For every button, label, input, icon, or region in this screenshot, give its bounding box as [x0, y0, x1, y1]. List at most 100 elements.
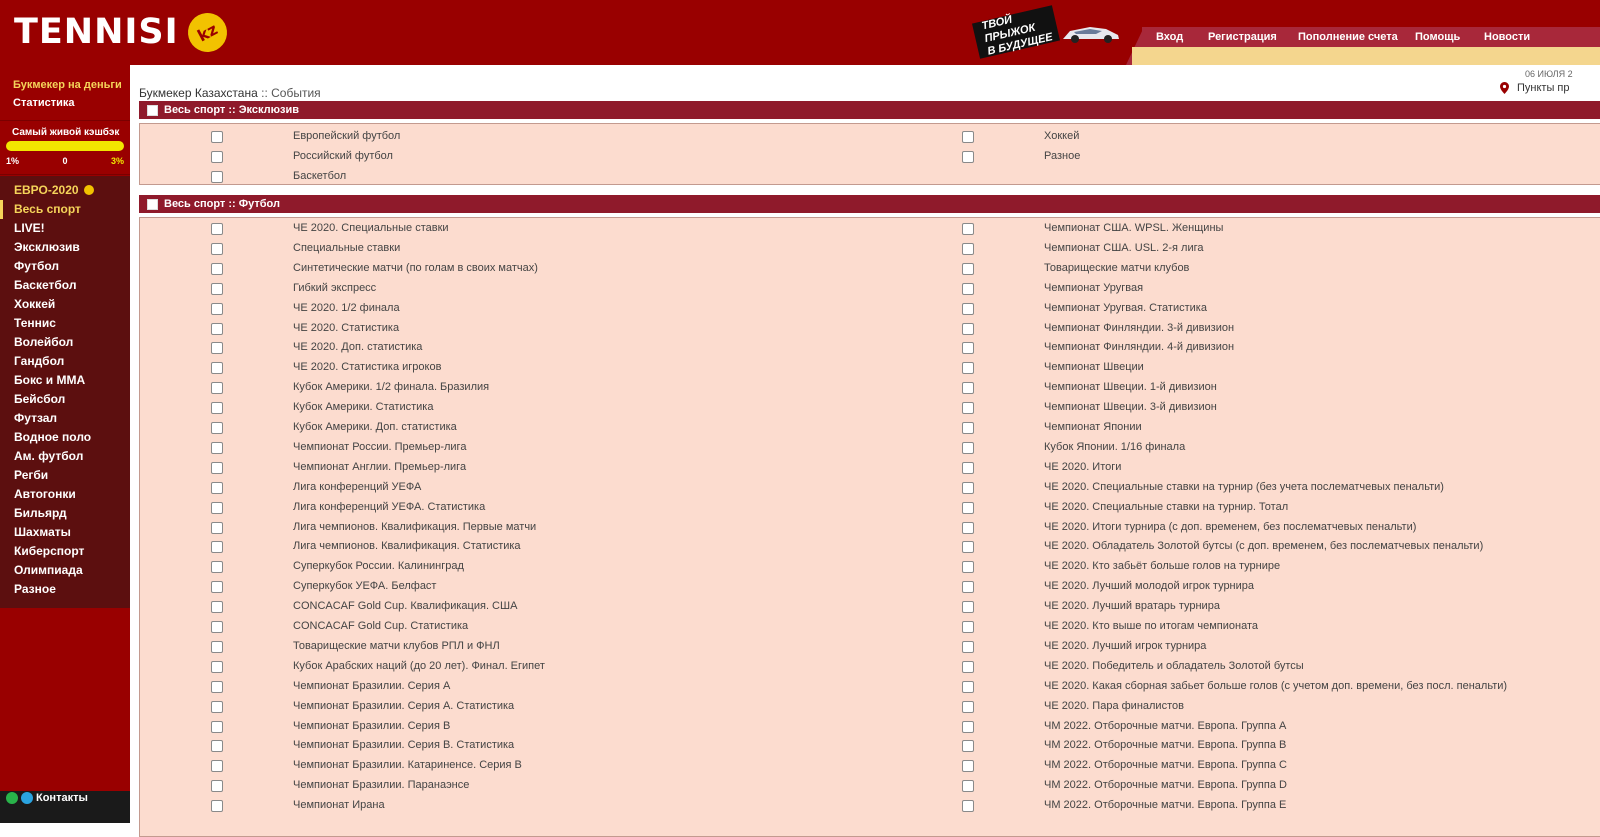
- tournament-checkbox[interactable]: [962, 382, 974, 395]
- tournament-checkbox[interactable]: [962, 402, 974, 415]
- sidebar-sport-item[interactable]: Теннис: [0, 314, 130, 333]
- tournament-label[interactable]: Баскетбол: [293, 170, 346, 182]
- tournament-checkbox[interactable]: [211, 402, 223, 415]
- tournament-checkbox[interactable]: [962, 362, 974, 375]
- sidebar-sport-item[interactable]: Футбол: [0, 257, 130, 276]
- tournament-label[interactable]: ЧЕ 2020. Итоги турнира (с доп. временем,…: [1044, 521, 1416, 533]
- tournament-checkbox[interactable]: [211, 342, 223, 355]
- tournament-label[interactable]: Чемпионат Бразилии. Катариненсе. Серия В: [293, 759, 522, 771]
- tournament-label[interactable]: ЧЕ 2020. Итоги: [1044, 461, 1121, 473]
- tournament-label[interactable]: CONCACAF Gold Cup. Квалификация. США: [293, 600, 517, 612]
- tournament-label[interactable]: Чемпионат Финляндии. 4-й дивизион: [1044, 341, 1234, 353]
- tournament-checkbox[interactable]: [962, 151, 974, 163]
- promo-banner[interactable]: ТВОЙ ПРЫЖОК В БУДУЩЕЕ: [972, 5, 1060, 59]
- sidebar-sport-item[interactable]: Гандбол: [0, 352, 130, 371]
- tournament-checkbox[interactable]: [962, 760, 974, 773]
- tournament-label[interactable]: Чемпионат Японии: [1044, 421, 1142, 433]
- tournament-label[interactable]: Кубок Америки. Доп. статистика: [293, 421, 457, 433]
- sidebar-link-bookmaker[interactable]: Букмекер на деньги: [13, 76, 130, 94]
- sidebar-sport-item[interactable]: Футзал: [0, 409, 130, 428]
- tournament-checkbox[interactable]: [211, 242, 223, 255]
- tournament-label[interactable]: ЧЕ 2020. Кто забьёт больше голов на турн…: [1044, 560, 1280, 572]
- tournament-label[interactable]: Российский футбол: [293, 150, 393, 162]
- nav-register[interactable]: Регистрация: [1208, 31, 1298, 43]
- tournament-checkbox[interactable]: [211, 780, 223, 793]
- tournament-checkbox[interactable]: [211, 660, 223, 673]
- tournament-label[interactable]: Хоккей: [1044, 130, 1079, 142]
- tournament-checkbox[interactable]: [962, 422, 974, 434]
- tournament-checkbox[interactable]: [962, 640, 974, 653]
- tournament-label[interactable]: Кубок Америки. 1/2 финала. Бразилия: [293, 381, 489, 393]
- sidebar-sport-item[interactable]: Олимпиада: [0, 561, 130, 580]
- tournament-checkbox[interactable]: [962, 680, 974, 693]
- tournament-label[interactable]: Гибкий экспресс: [293, 282, 376, 294]
- section-select-all-checkbox[interactable]: [147, 198, 158, 210]
- tournament-checkbox[interactable]: [211, 700, 223, 713]
- tournament-checkbox[interactable]: [962, 561, 974, 574]
- tournament-label[interactable]: ЧМ 2022. Отборочные матчи. Европа. Групп…: [1044, 799, 1286, 811]
- telegram-icon[interactable]: [21, 791, 33, 804]
- tournament-label[interactable]: ЧМ 2022. Отборочные матчи. Европа. Групп…: [1044, 779, 1287, 791]
- tournament-checkbox[interactable]: [211, 461, 223, 474]
- tournament-label[interactable]: ЧЕ 2020. Лучший молодой игрок турнира: [1044, 580, 1254, 592]
- tournament-label[interactable]: Чемпионат США. WPSL. Женщины: [1044, 222, 1223, 234]
- tournament-checkbox[interactable]: [211, 151, 223, 163]
- sidebar-sport-item[interactable]: Весь спорт: [0, 200, 130, 219]
- sidebar-sport-item[interactable]: Хоккей: [0, 295, 130, 314]
- sidebar-sport-item[interactable]: Киберспорт: [0, 542, 130, 561]
- section-header-exclusive[interactable]: Весь спорт :: Эксклюзив: [139, 101, 1600, 119]
- tournament-checkbox[interactable]: [962, 700, 974, 713]
- tournament-checkbox[interactable]: [962, 131, 974, 143]
- tournament-label[interactable]: Чемпионат Финляндии. 3-й дивизион: [1044, 322, 1234, 334]
- tournament-checkbox[interactable]: [211, 131, 223, 143]
- tournament-checkbox[interactable]: [962, 621, 974, 633]
- nav-news[interactable]: Новости: [1484, 31, 1544, 43]
- tournament-label[interactable]: Чемпионат Швеции. 3-й дивизион: [1044, 401, 1217, 413]
- breadcrumb-root[interactable]: Букмекер Казахстана: [139, 86, 258, 100]
- tournament-label[interactable]: Чемпионат Бразилии. Серия В: [293, 720, 450, 732]
- tournament-label[interactable]: ЧЕ 2020. Обладатель Золотой бутсы (с доп…: [1044, 540, 1483, 552]
- tournament-checkbox[interactable]: [211, 302, 223, 315]
- tournament-checkbox[interactable]: [962, 521, 974, 534]
- tournament-checkbox[interactable]: [211, 720, 223, 733]
- tournament-label[interactable]: Европейский футбол: [293, 130, 400, 142]
- tournament-label[interactable]: Кубок Арабских наций (до 20 лет). Финал.…: [293, 660, 545, 672]
- sidebar-sport-item[interactable]: ЕВРО-2020: [0, 181, 130, 200]
- tournament-checkbox[interactable]: [962, 461, 974, 474]
- sidebar-sport-item[interactable]: Волейбол: [0, 333, 130, 352]
- tournament-checkbox[interactable]: [211, 362, 223, 375]
- tournament-checkbox[interactable]: [211, 581, 223, 594]
- nav-help[interactable]: Помощь: [1415, 31, 1484, 43]
- sidebar-sport-item[interactable]: Водное поло: [0, 428, 130, 447]
- tournament-label[interactable]: ЧЕ 2020. Статистика: [293, 322, 399, 334]
- section-select-all-checkbox[interactable]: [147, 104, 158, 116]
- tournament-label[interactable]: Лига конференций УЕФА. Статистика: [293, 501, 485, 513]
- tournament-label[interactable]: Суперкубок УЕФА. Белфаст: [293, 580, 436, 592]
- sidebar-sport-item[interactable]: Разное: [0, 580, 130, 599]
- tournament-checkbox[interactable]: [211, 621, 223, 633]
- tournament-label[interactable]: Чемпионат Бразилии. Серия А: [293, 680, 450, 692]
- tournament-checkbox[interactable]: [211, 501, 223, 514]
- sidebar-sport-item[interactable]: Бокс и ММА: [0, 371, 130, 390]
- tournament-label[interactable]: Суперкубок России. Калининград: [293, 560, 464, 572]
- tournament-label[interactable]: Чемпионат Бразилии. Серия В. Статистика: [293, 739, 514, 751]
- tournament-checkbox[interactable]: [962, 720, 974, 733]
- tournament-label[interactable]: ЧЕ 2020. Лучший игрок турнира: [1044, 640, 1206, 652]
- tournament-label[interactable]: ЧЕ 2020. Какая сборная забьет больше гол…: [1044, 680, 1507, 692]
- tournament-label[interactable]: Чемпионат Уругвая: [1044, 282, 1143, 294]
- tournament-checkbox[interactable]: [962, 541, 974, 554]
- tournament-checkbox[interactable]: [962, 660, 974, 673]
- tournament-label[interactable]: Специальные ставки: [293, 242, 400, 254]
- tournament-checkbox[interactable]: [211, 262, 223, 275]
- tournament-label[interactable]: Разное: [1044, 150, 1080, 162]
- tournament-label[interactable]: ЧЕ 2020. Победитель и обладатель Золотой…: [1044, 660, 1304, 672]
- tournament-checkbox[interactable]: [211, 680, 223, 693]
- sidebar-sport-item[interactable]: Бейсбол: [0, 390, 130, 409]
- sidebar-sport-item[interactable]: Бильярд: [0, 504, 130, 523]
- tournament-checkbox[interactable]: [211, 601, 223, 614]
- tournament-checkbox[interactable]: [211, 640, 223, 653]
- tournament-label[interactable]: ЧЕ 2020. Кто выше по итогам чемпионата: [1044, 620, 1258, 632]
- nav-deposit[interactable]: Пополнение счета: [1298, 31, 1415, 43]
- tournament-checkbox[interactable]: [962, 282, 974, 295]
- sidebar-sport-item[interactable]: Ам. футбол: [0, 447, 130, 466]
